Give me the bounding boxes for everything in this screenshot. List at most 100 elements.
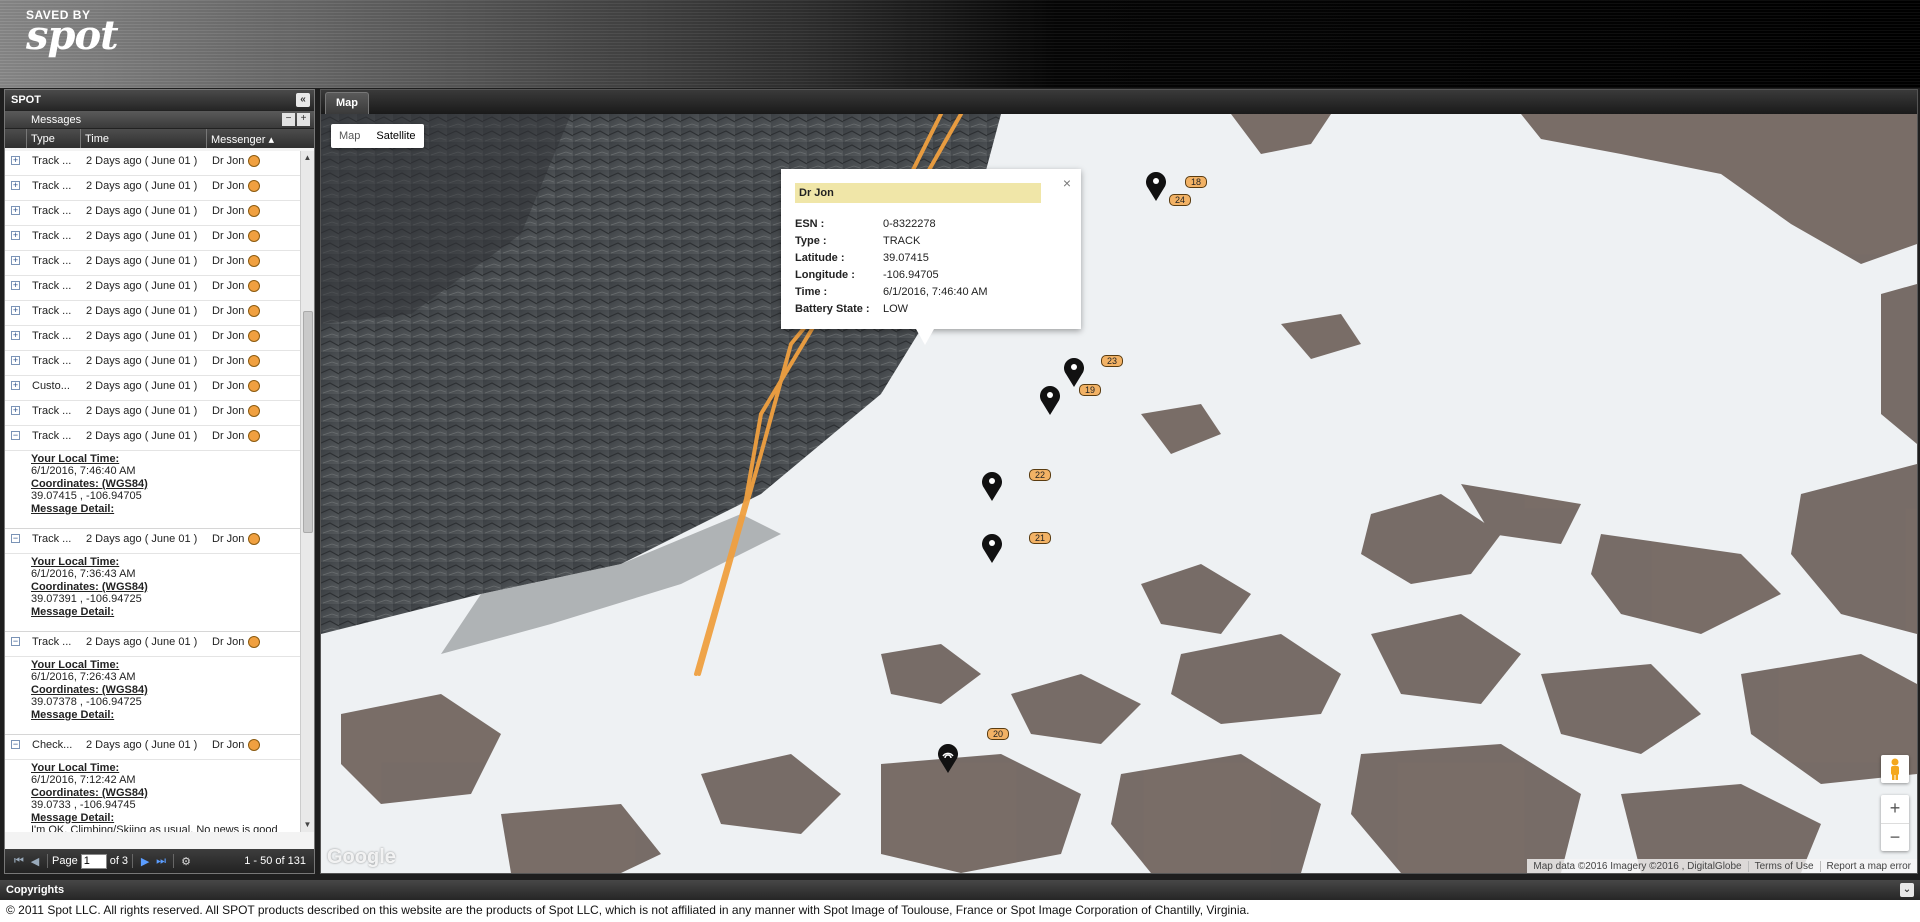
- track-marker-icon[interactable]: [1143, 170, 1169, 202]
- collapse-panel-button[interactable]: «: [296, 93, 310, 107]
- message-row[interactable]: + Track ... 2 Days ago ( June 01 ) Dr Jon: [5, 201, 301, 226]
- message-type: Track ...: [32, 405, 72, 417]
- message-messenger: Dr Jon: [207, 176, 301, 192]
- page-label: Page: [52, 855, 78, 867]
- expand-row-icon[interactable]: +: [11, 206, 20, 215]
- expand-row-icon[interactable]: +: [11, 381, 20, 390]
- message-row[interactable]: + Track ... 2 Days ago ( June 01 ) Dr Jon: [5, 226, 301, 251]
- message-time: 2 Days ago ( June 01 ): [86, 305, 198, 317]
- column-time[interactable]: Time: [81, 129, 207, 148]
- checkin-marker-icon[interactable]: [935, 742, 961, 774]
- marker-badge[interactable]: 20: [987, 728, 1010, 740]
- zoom-out-button[interactable]: −: [1881, 823, 1909, 851]
- tab-map[interactable]: Map: [325, 92, 369, 114]
- info-value: 39.07415: [883, 251, 929, 264]
- message-row[interactable]: + Track ... 2 Days ago ( June 01 ) Dr Jon: [5, 326, 301, 351]
- last-page-icon[interactable]: ⏭: [153, 855, 169, 868]
- satellite-map[interactable]: 20 21 22 19 23 24 18 Map Satellite × Dr …: [321, 114, 1917, 873]
- page-input[interactable]: [80, 853, 107, 869]
- message-row[interactable]: − Track ... 2 Days ago ( June 01 ) Dr Jon: [5, 632, 301, 657]
- message-row[interactable]: + Track ... 2 Days ago ( June 01 ) Dr Jon: [5, 401, 301, 426]
- message-row[interactable]: + Track ... 2 Days ago ( June 01 ) Dr Jon: [5, 351, 301, 376]
- local-time-value: 6/1/2016, 7:12:42 AM: [31, 774, 136, 787]
- marker-badge[interactable]: 21: [1029, 532, 1052, 544]
- message-messenger: Dr Jon: [207, 376, 301, 392]
- message-type: Track ...: [32, 180, 72, 192]
- marker-badge[interactable]: 18: [1185, 176, 1208, 188]
- messages-scrollbar[interactable]: ▲ ▼: [300, 151, 314, 832]
- column-messenger[interactable]: Messenger ▴: [207, 129, 314, 148]
- marker-badge[interactable]: 23: [1101, 355, 1124, 367]
- track-marker-icon[interactable]: [1037, 384, 1063, 416]
- first-page-icon[interactable]: ⏮: [11, 855, 27, 868]
- info-title: Dr Jon: [795, 183, 1041, 203]
- info-label: Type :: [795, 234, 827, 247]
- expand-row-icon[interactable]: +: [11, 406, 20, 415]
- prev-page-icon[interactable]: ◀: [27, 855, 43, 868]
- collapse-all-icon[interactable]: −: [282, 113, 295, 126]
- report-map-error-link[interactable]: Report a map error: [1819, 860, 1917, 872]
- expand-row-icon[interactable]: +: [11, 356, 20, 365]
- message-row[interactable]: − Track ... 2 Days ago ( June 01 ) Dr Jon: [5, 529, 301, 554]
- message-row[interactable]: + Track ... 2 Days ago ( June 01 ) Dr Jon: [5, 276, 301, 301]
- satellite-imagery: [321, 114, 1917, 873]
- local-time-value: 6/1/2016, 7:26:43 AM: [31, 671, 136, 684]
- map-attribution: Map data ©2016 Imagery ©2016 , DigitalGl…: [1527, 859, 1917, 873]
- zoom-in-button[interactable]: +: [1881, 795, 1909, 823]
- message-messenger: Dr Jon: [207, 226, 301, 242]
- spot-logo[interactable]: SAVED BY spot: [26, 8, 119, 56]
- track-marker-icon[interactable]: [979, 470, 1005, 502]
- collapse-row-icon[interactable]: −: [11, 534, 20, 543]
- collapse-row-icon[interactable]: −: [11, 431, 20, 440]
- expand-row-icon[interactable]: +: [11, 256, 20, 265]
- expand-row-icon[interactable]: +: [11, 181, 20, 190]
- terms-of-use-link[interactable]: Terms of Use: [1747, 860, 1820, 872]
- message-row[interactable]: + Track ... 2 Days ago ( June 01 ) Dr Jon: [5, 251, 301, 276]
- google-logo: Google: [327, 846, 396, 868]
- expand-row-icon[interactable]: +: [11, 331, 20, 340]
- message-time: 2 Days ago ( June 01 ): [86, 430, 198, 442]
- expand-row-icon[interactable]: +: [11, 281, 20, 290]
- collapse-row-icon[interactable]: −: [11, 637, 20, 646]
- marker-badge[interactable]: 22: [1029, 469, 1052, 481]
- marker-badge[interactable]: 19: [1079, 384, 1102, 396]
- marker-badge[interactable]: 24: [1169, 194, 1192, 206]
- close-icon[interactable]: ×: [1063, 175, 1071, 191]
- coordinates-value: 39.0733 , -106.94745: [31, 799, 136, 812]
- message-row[interactable]: + Track ... 2 Days ago ( June 01 ) Dr Jon: [5, 151, 301, 176]
- street-view-pegman-icon[interactable]: [1881, 755, 1909, 783]
- expand-row-icon[interactable]: +: [11, 306, 20, 315]
- scroll-thumb[interactable]: [303, 311, 313, 533]
- expand-row-icon[interactable]: +: [11, 231, 20, 240]
- marker-info-window: × Dr Jon ESN : 0-8322278 Type : TRACK Lati…: [781, 169, 1081, 345]
- map-type-map-button[interactable]: Map: [331, 124, 368, 148]
- message-detail: Your Local Time: 6/1/2016, 7:46:40 AM Coor…: [5, 451, 301, 529]
- expand-row-icon[interactable]: +: [11, 156, 20, 165]
- spot-panel: SPOT « Messages − + Type Time Messenger …: [4, 89, 315, 874]
- next-page-icon[interactable]: ▶: [137, 855, 153, 868]
- collapse-row-icon[interactable]: −: [11, 740, 20, 749]
- message-messenger: Dr Jon: [207, 426, 301, 442]
- message-row[interactable]: + Track ... 2 Days ago ( June 01 ) Dr Jon: [5, 176, 301, 201]
- track-marker-icon[interactable]: [979, 532, 1005, 564]
- message-messenger: Dr Jon: [207, 529, 301, 545]
- copyright-panel: Copyrights ⌄ © 2011 Spot LLC. All rights…: [0, 880, 1920, 922]
- map-type-satellite-button[interactable]: Satellite: [368, 124, 423, 148]
- column-type[interactable]: Type: [27, 129, 81, 148]
- message-type: Custo...: [32, 380, 70, 392]
- message-type: Track ...: [32, 155, 72, 167]
- expand-all-icon[interactable]: +: [297, 113, 310, 126]
- message-type: Track ...: [32, 636, 72, 648]
- message-row[interactable]: − Track ... 2 Days ago ( June 01 ) Dr Jon: [5, 426, 301, 451]
- scroll-down-icon[interactable]: ▼: [301, 818, 314, 832]
- scroll-up-icon[interactable]: ▲: [301, 151, 314, 165]
- message-row[interactable]: − Check... 2 Days ago ( June 01 ) Dr Jon: [5, 735, 301, 760]
- message-row[interactable]: + Track ... 2 Days ago ( June 01 ) Dr Jon: [5, 301, 301, 326]
- message-row[interactable]: + Custo... 2 Days ago ( June 01 ) Dr Jon: [5, 376, 301, 401]
- map-type-control: Map Satellite: [331, 124, 424, 148]
- settings-gear-icon[interactable]: ⚙: [178, 855, 194, 868]
- local-time-label: Your Local Time:: [31, 453, 120, 465]
- message-type: Track ...: [32, 230, 72, 242]
- collapse-copyright-icon[interactable]: ⌄: [1900, 883, 1914, 897]
- message-time: 2 Days ago ( June 01 ): [86, 155, 198, 167]
